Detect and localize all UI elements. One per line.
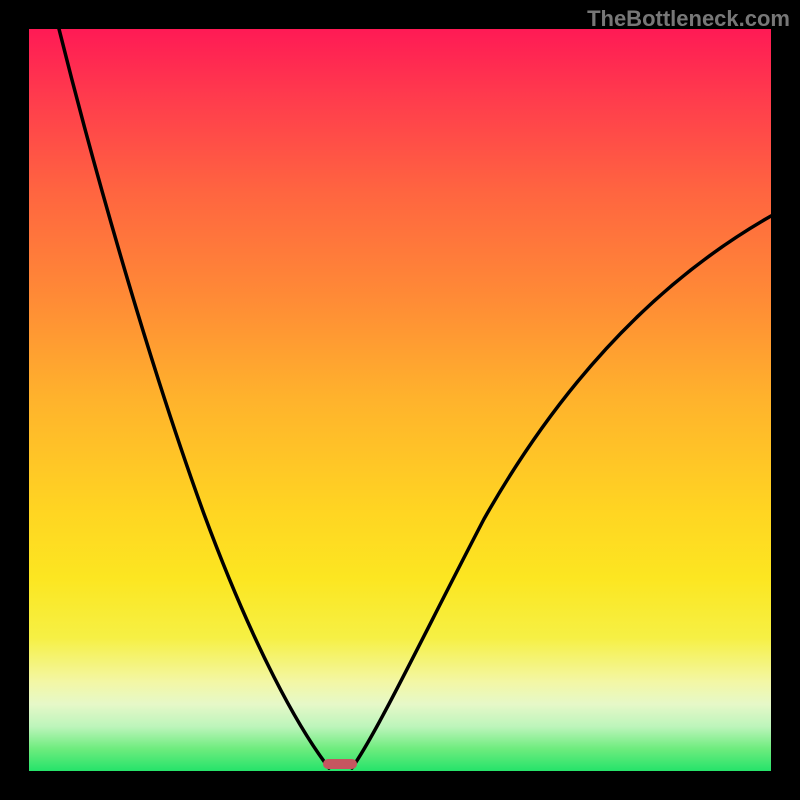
- curves-svg: [29, 29, 771, 771]
- watermark-label: TheBottleneck.com: [587, 6, 790, 32]
- left-curve: [59, 29, 329, 768]
- plot-area: [29, 29, 771, 771]
- bottleneck-marker: [323, 759, 357, 769]
- right-curve: [352, 216, 771, 768]
